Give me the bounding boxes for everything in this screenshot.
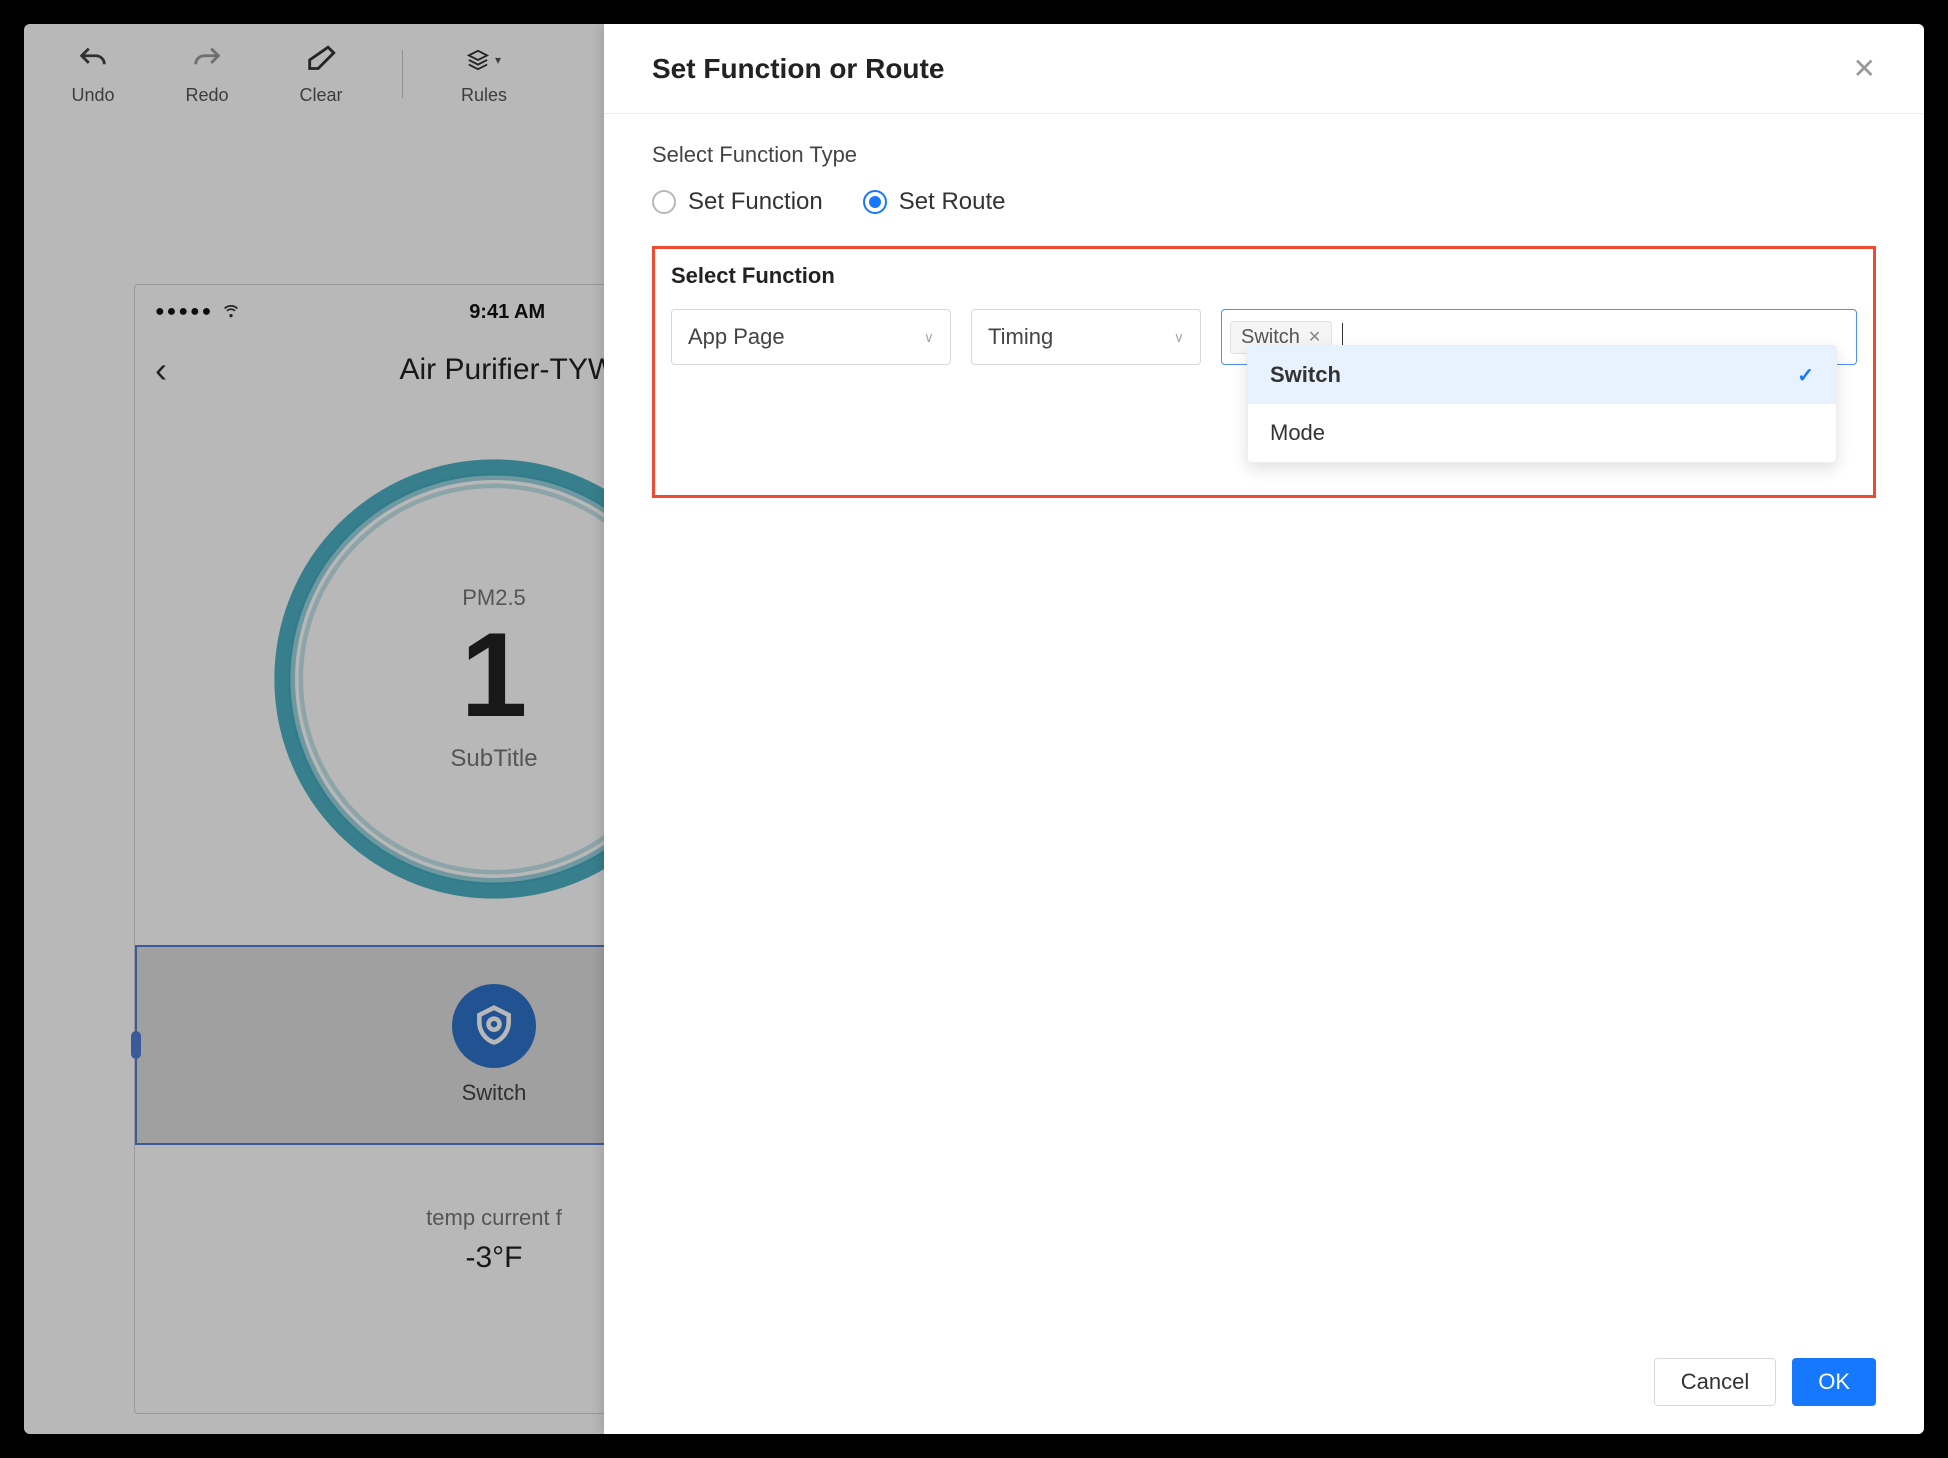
select-timing-value: Timing <box>988 324 1053 350</box>
radio-set-function[interactable]: Set Function <box>652 188 823 216</box>
cancel-button-label: Cancel <box>1681 1369 1749 1395</box>
clear-label: Clear <box>299 85 342 106</box>
modal-body: Select Function Type Set Function Set Ro… <box>604 114 1924 1340</box>
radio-set-route-label: Set Route <box>899 188 1006 216</box>
select-app-page[interactable]: App Page ∨ <box>671 309 951 365</box>
modal-footer: Cancel OK <box>604 1340 1924 1434</box>
dropdown-item-label: Switch <box>1270 362 1341 388</box>
wifi-icon <box>221 299 241 325</box>
dropdown-item-label: Mode <box>1270 420 1325 446</box>
redo-icon <box>190 43 224 77</box>
radio-icon <box>652 190 676 214</box>
layers-icon: ▾ <box>467 43 501 77</box>
close-icon[interactable]: ✕ <box>1853 52 1876 85</box>
pm25-value: 1 <box>461 615 528 735</box>
clear-button[interactable]: Clear <box>276 43 366 106</box>
signal-dots-icon: ●●●●● <box>155 303 213 321</box>
radio-set-route[interactable]: Set Route <box>863 188 1006 216</box>
chevron-down-icon: ∨ <box>924 329 934 346</box>
set-function-modal: Set Function or Route ✕ Select Function … <box>604 24 1924 1434</box>
pm25-subtitle: SubTitle <box>450 745 537 773</box>
select-timing[interactable]: Timing ∨ <box>971 309 1201 365</box>
eraser-icon <box>304 43 338 77</box>
radio-set-function-label: Set Function <box>688 188 823 216</box>
select-app-page-value: App Page <box>688 324 785 350</box>
select-function-highlight: Select Function App Page ∨ Timing ∨ Swit… <box>652 246 1876 498</box>
function-dropdown: Switch ✓ Mode <box>1247 345 1837 463</box>
rules-button[interactable]: ▾ Rules <box>439 43 529 106</box>
function-type-label: Select Function Type <box>652 142 1876 168</box>
status-time: 9:41 AM <box>469 301 545 324</box>
power-icon <box>452 984 536 1068</box>
selection-handle[interactable] <box>131 1031 141 1059</box>
check-icon: ✓ <box>1797 363 1814 388</box>
undo-icon <box>76 43 110 77</box>
modal-title: Set Function or Route <box>652 53 944 85</box>
dropdown-item-mode[interactable]: Mode <box>1248 404 1836 462</box>
modal-header: Set Function or Route ✕ <box>604 24 1924 114</box>
cancel-button[interactable]: Cancel <box>1654 1358 1776 1406</box>
redo-button[interactable]: Redo <box>162 43 252 106</box>
undo-label: Undo <box>71 85 114 106</box>
back-icon[interactable]: ‹ <box>155 349 191 391</box>
function-type-radio-group: Set Function Set Route <box>652 188 1876 216</box>
chevron-down-icon: ∨ <box>1174 329 1184 346</box>
caret-down-icon: ▾ <box>495 53 501 67</box>
dropdown-item-switch[interactable]: Switch ✓ <box>1248 346 1836 404</box>
rules-label: Rules <box>461 85 507 106</box>
tag-remove-icon[interactable]: ✕ <box>1308 327 1321 347</box>
radio-icon <box>863 190 887 214</box>
ok-button[interactable]: OK <box>1792 1358 1876 1406</box>
redo-label: Redo <box>185 85 228 106</box>
ok-button-label: OK <box>1818 1369 1850 1395</box>
toolbar-divider <box>402 50 403 98</box>
select-function-label: Select Function <box>671 263 1857 289</box>
switch-label: Switch <box>462 1080 527 1106</box>
undo-button[interactable]: Undo <box>48 43 138 106</box>
